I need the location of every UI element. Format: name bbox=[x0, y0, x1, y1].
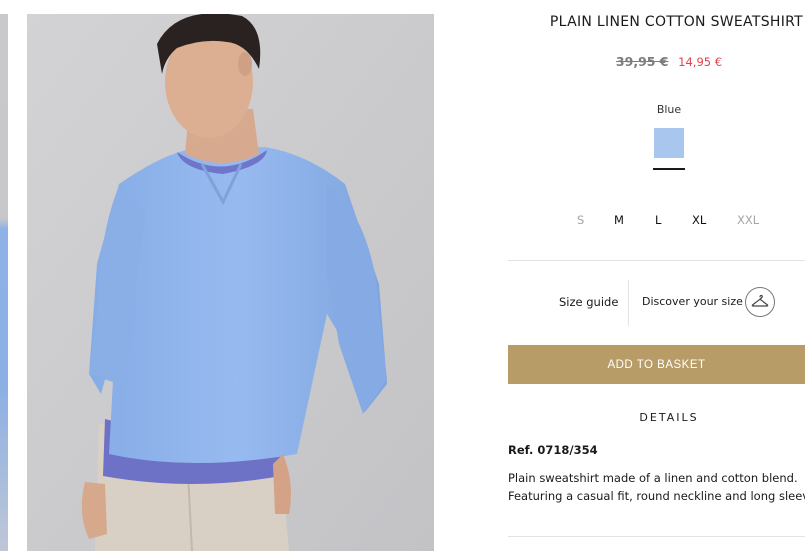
details-heading: DETAILS bbox=[639, 411, 699, 424]
original-price: 39,95 € bbox=[615, 54, 669, 69]
color-swatch-blue[interactable] bbox=[654, 128, 684, 158]
selected-color-label: Blue bbox=[656, 103, 682, 116]
description-line: Featuring a casual fit, round neckline a… bbox=[508, 489, 805, 503]
size-option-l[interactable]: L bbox=[655, 213, 661, 227]
product-description: Plain sweatshirt made of a linen and cot… bbox=[508, 469, 805, 505]
size-option-m[interactable]: M bbox=[614, 213, 624, 227]
price-row: 39,95 € 14,95 € bbox=[508, 54, 805, 69]
size-option-s[interactable]: S bbox=[577, 213, 584, 227]
previous-image-thumbnail[interactable] bbox=[0, 14, 8, 551]
discover-size-link[interactable]: Discover your size bbox=[642, 295, 743, 308]
swatch-selected-indicator bbox=[653, 168, 685, 170]
product-info-panel: PLAIN LINEN COTTON SWEATSHIRT 39,95 € 14… bbox=[508, 0, 805, 551]
divider bbox=[508, 536, 805, 537]
vertical-divider bbox=[628, 280, 629, 326]
product-title: PLAIN LINEN COTTON SWEATSHIRT bbox=[549, 14, 803, 30]
product-image[interactable] bbox=[27, 14, 434, 551]
size-guide-link[interactable]: Size guide bbox=[559, 295, 618, 309]
sale-price: 14,95 € bbox=[678, 55, 723, 69]
discover-size-button[interactable] bbox=[745, 287, 775, 317]
hanger-icon bbox=[751, 294, 769, 307]
product-reference: Ref. 0718/354 bbox=[508, 443, 598, 457]
size-option-xxl[interactable]: XXL bbox=[737, 213, 759, 227]
divider bbox=[508, 260, 805, 261]
size-selector: S M L XL XXL bbox=[508, 213, 805, 229]
size-option-xl[interactable]: XL bbox=[692, 213, 706, 227]
add-to-basket-button[interactable]: ADD TO BASKET bbox=[508, 345, 805, 384]
description-line: Plain sweatshirt made of a linen and cot… bbox=[508, 471, 798, 485]
